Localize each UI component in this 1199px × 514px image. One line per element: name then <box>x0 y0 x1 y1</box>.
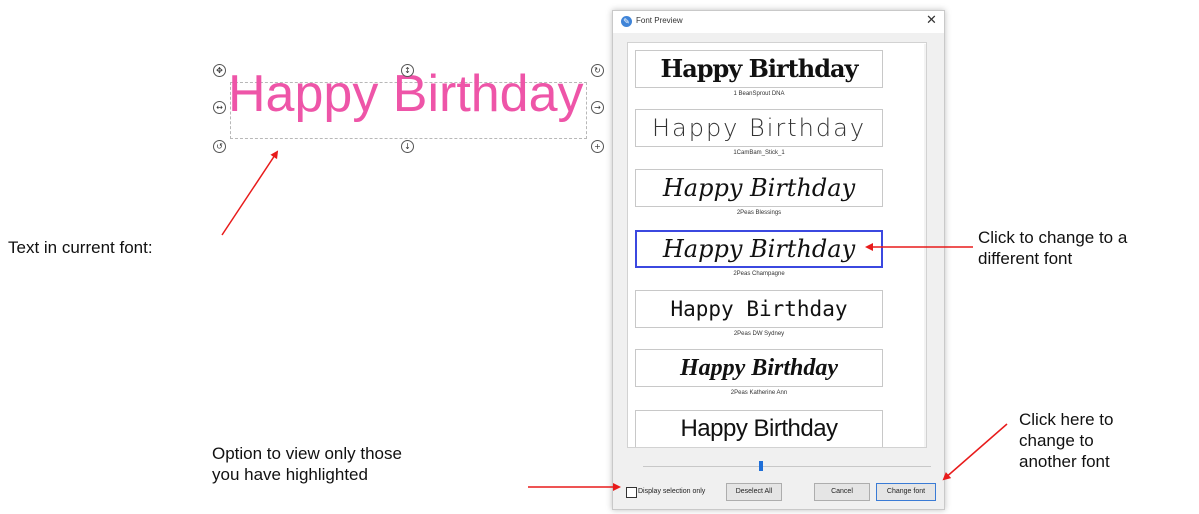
annotation-arrows <box>221 150 1008 491</box>
arrow-to-canvas-text <box>221 150 279 236</box>
arrow-to-change-font <box>942 423 1008 481</box>
